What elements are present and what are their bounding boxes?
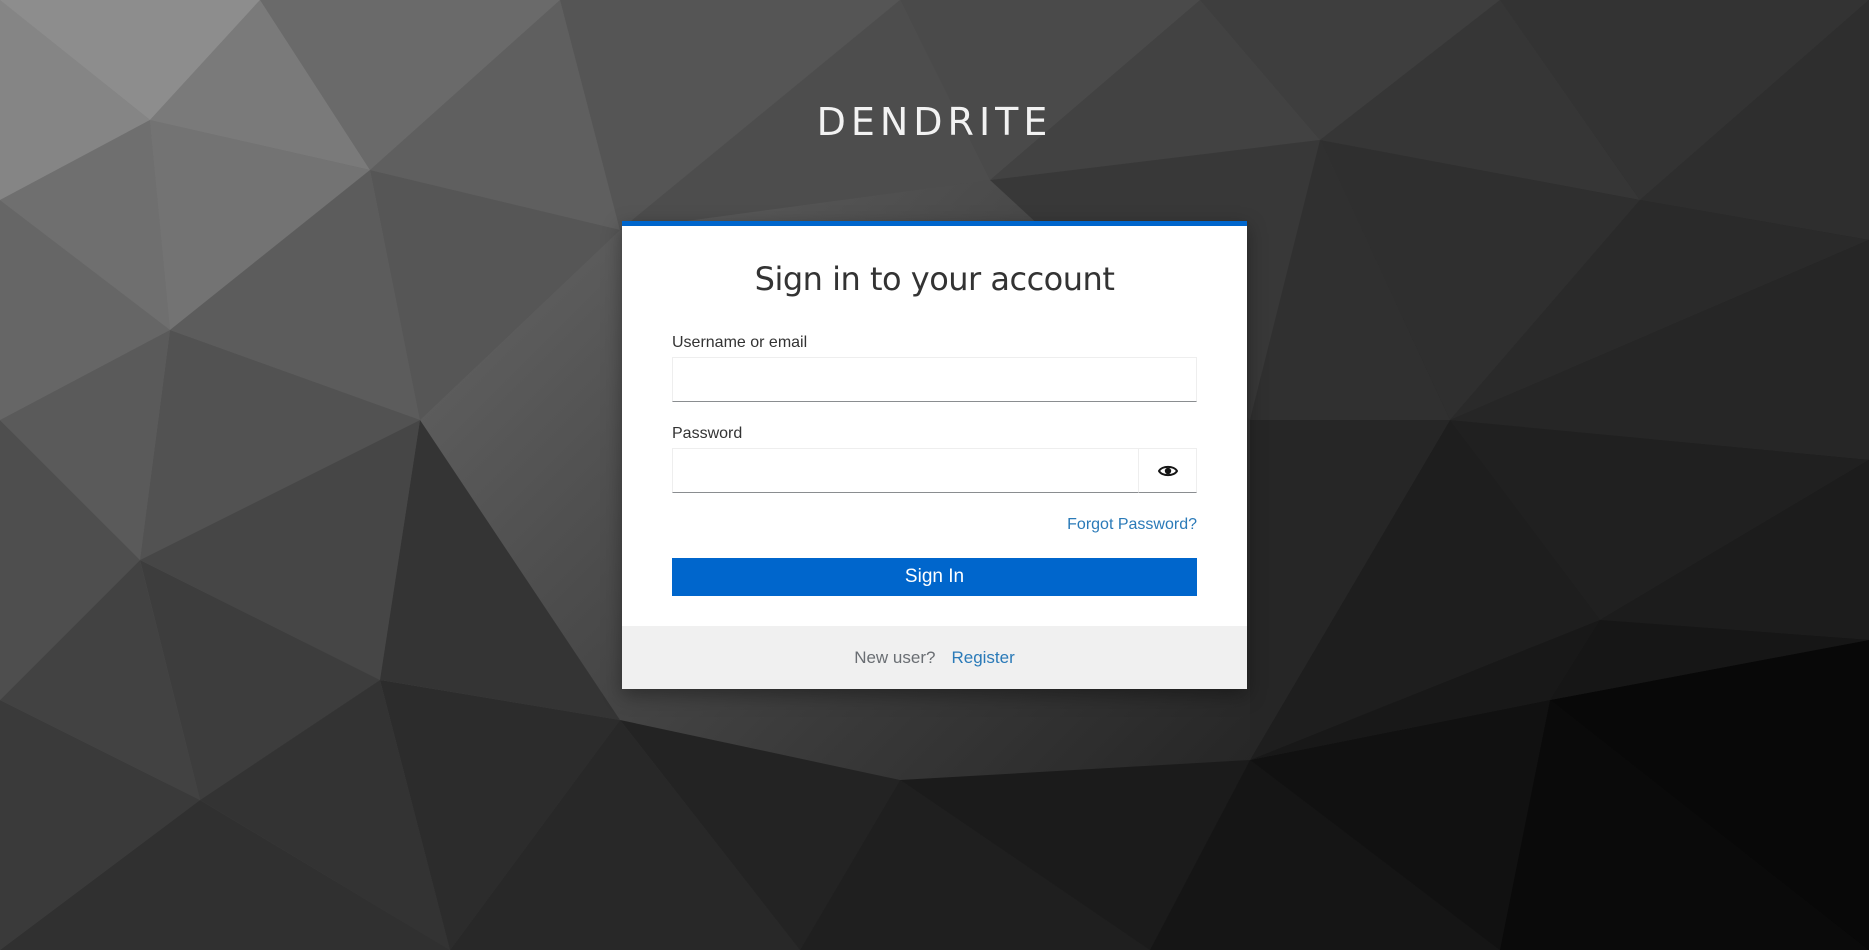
username-input[interactable] bbox=[672, 357, 1197, 402]
username-group: Username or email bbox=[672, 334, 1197, 402]
login-form: Sign in to your account Username or emai… bbox=[622, 226, 1247, 626]
password-row bbox=[672, 448, 1197, 493]
register-link[interactable]: Register bbox=[951, 648, 1014, 668]
page-title: Sign in to your account bbox=[754, 260, 1115, 298]
new-user-text: New user? bbox=[854, 647, 936, 667]
username-label: Username or email bbox=[672, 334, 808, 351]
password-label: Password bbox=[672, 425, 743, 442]
sign-in-button[interactable]: Sign In bbox=[672, 558, 1197, 596]
brand-header: DENDRITE bbox=[816, 100, 1053, 144]
register-footer: New user? Register bbox=[622, 626, 1247, 689]
forgot-password-row: Forgot Password? bbox=[672, 516, 1197, 538]
password-group: Password bbox=[672, 425, 1197, 493]
password-input[interactable] bbox=[672, 448, 1138, 493]
eye-icon bbox=[1157, 465, 1178, 476]
login-card: Sign in to your account Username or emai… bbox=[622, 221, 1247, 689]
show-password-button[interactable] bbox=[1138, 448, 1197, 493]
forgot-password-link[interactable]: Forgot Password? bbox=[1067, 516, 1197, 533]
